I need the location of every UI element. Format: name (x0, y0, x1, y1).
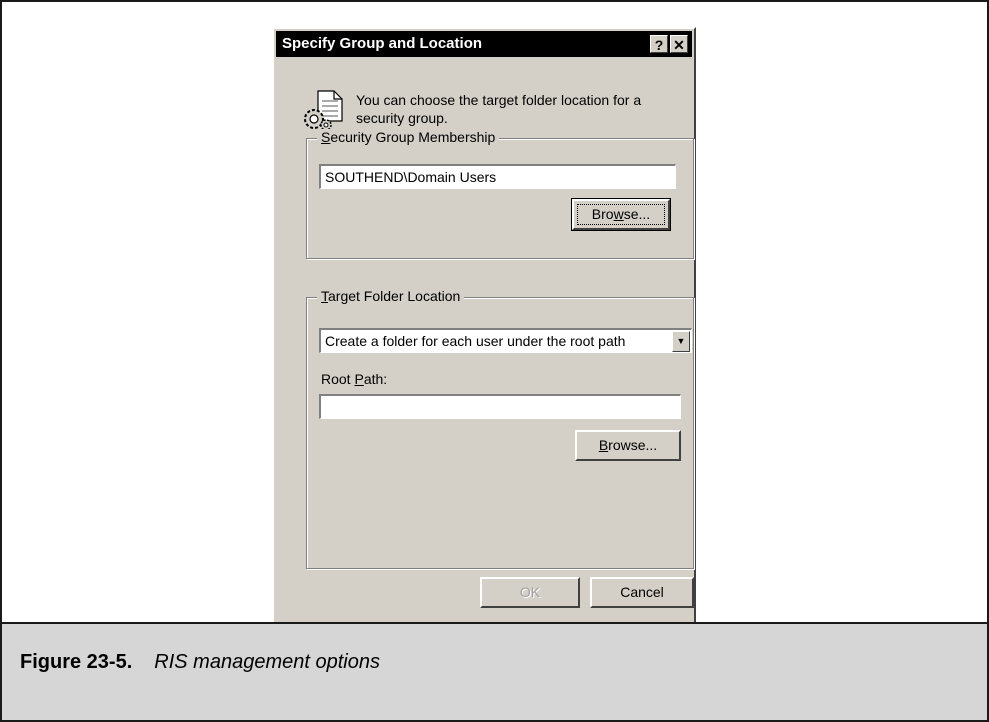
target-folder-location-group: Target Folder Location Create a folder f… (306, 288, 694, 569)
title-bar: Specify Group and Location ? ✕ (276, 31, 692, 57)
help-button[interactable]: ? (650, 35, 668, 53)
target-folder-label: Target Folder Location (317, 288, 465, 304)
root-path-browse-button[interactable]: Browse... (575, 430, 681, 461)
figure-caption: Figure 23-5. RIS management options (20, 651, 380, 674)
security-group-membership-group: Security Group Membership SOUTHEND\Domai… (306, 129, 694, 259)
root-path-input[interactable] (319, 394, 681, 419)
chevron-down-icon[interactable]: ▼ (672, 331, 690, 352)
figure-title: RIS management options (154, 651, 380, 673)
dialog-title: Specify Group and Location (282, 35, 483, 52)
intro-text: You can choose the target folder locatio… (356, 92, 642, 126)
close-button[interactable]: ✕ (670, 35, 688, 53)
ok-button[interactable]: OK (480, 577, 580, 608)
specify-group-dialog: Specify Group and Location ? ✕ You can c… (272, 27, 696, 629)
security-group-browse-button[interactable]: Browse... (571, 198, 671, 231)
target-folder-select[interactable]: Create a folder for each user under the … (319, 328, 692, 353)
security-group-label: Security Group Membership (317, 129, 500, 145)
cancel-button[interactable]: Cancel (590, 577, 694, 608)
document-gear-icon (304, 90, 343, 131)
figure-number: Figure 23-5. (20, 651, 133, 673)
security-group-input[interactable]: SOUTHEND\Domain Users (319, 164, 676, 189)
target-folder-select-value: Create a folder for each user under the … (325, 333, 626, 349)
caption-area: Figure 23-5. RIS management options (2, 622, 987, 720)
root-path-label: Root Path: (321, 371, 388, 387)
